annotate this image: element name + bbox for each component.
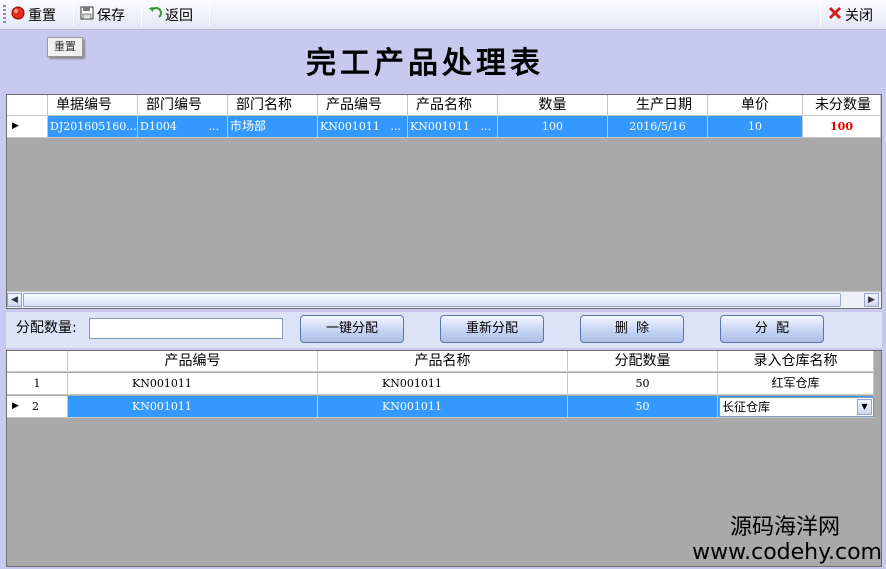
close-button[interactable]: 关闭 <box>828 4 873 26</box>
horizontal-scrollbar[interactable]: ◀ ▶ <box>7 291 881 308</box>
row-header: ▶ 2 <box>7 396 68 418</box>
toolbar-separator <box>820 4 821 26</box>
row-index: 1 <box>7 373 68 395</box>
dept-no-value: D1004 <box>140 120 177 133</box>
column-header[interactable]: 录入仓库名称 <box>718 351 874 372</box>
unassigned-cell[interactable]: 100 <box>803 116 881 138</box>
save-label: 保存 <box>97 8 125 24</box>
dept-no-ellipsis[interactable]: ... <box>209 116 220 137</box>
back-label: 返回 <box>165 8 193 24</box>
column-header[interactable]: 产品名称 <box>318 351 568 372</box>
scroll-right-icon[interactable]: ▶ <box>864 293 879 307</box>
column-header[interactable]: 部门编号 <box>138 95 228 116</box>
floppy-disk-icon <box>80 6 94 24</box>
product-name-cell[interactable]: KN001011 ... <box>408 116 498 138</box>
toolbar-separator <box>73 4 74 26</box>
warehouse-selected-value: 长征仓库 <box>722 400 771 414</box>
current-row-indicator-icon: ▶ <box>7 116 48 138</box>
column-header[interactable]: 单价 <box>708 95 803 116</box>
row-header-corner <box>7 351 68 372</box>
orders-grid[interactable]: 单据编号 部门编号 部门名称 产品编号 产品名称 数量 生产日期 单价 未分数量… <box>6 94 882 309</box>
warehouse-cell[interactable]: 红军仓库 <box>718 373 874 395</box>
page-title: 完工产品处理表 <box>306 46 544 81</box>
dept-no-cell[interactable]: D1004 ... <box>138 116 228 138</box>
back-button[interactable]: 返回 <box>148 4 193 26</box>
current-row-indicator-icon: ▶ <box>12 401 19 411</box>
product-no-cell[interactable]: KN001011 <box>68 396 318 418</box>
column-header[interactable]: 单据编号 <box>48 95 138 116</box>
save-button[interactable]: 保存 <box>80 4 125 26</box>
product-no-ellipsis[interactable]: ... <box>391 116 402 137</box>
distribution-qty-label: 分配数量: <box>16 320 77 336</box>
product-no-cell[interactable]: KN001011 <box>68 373 318 395</box>
watermark-url: www.codehy.com <box>692 540 882 565</box>
date-cell[interactable]: 2016/5/16 <box>608 116 708 138</box>
toolbar-separator <box>209 4 210 26</box>
table-row[interactable]: 1 KN001011 KN001011 50 红军仓库 <box>7 373 874 395</box>
column-header[interactable]: 产品编号 <box>318 95 408 116</box>
row-index: 2 <box>32 400 39 413</box>
red-dot-icon <box>11 6 25 24</box>
distribution-qty-input[interactable] <box>89 318 283 339</box>
reassign-button[interactable]: 重新分配 <box>440 315 544 343</box>
back-arrow-icon <box>148 6 162 24</box>
column-header[interactable]: 生产日期 <box>608 95 708 116</box>
reset-label: 重置 <box>28 8 56 24</box>
toolbar-separator <box>141 4 142 26</box>
qty-cell[interactable]: 50 <box>568 373 718 395</box>
table-row[interactable]: ▶ DJ201605160... D1004 ... 市场部 KN001011 … <box>7 116 881 138</box>
orders-grid-header: 单据编号 部门编号 部门名称 产品编号 产品名称 数量 生产日期 单价 未分数量 <box>7 95 881 116</box>
column-header[interactable]: 分配数量 <box>568 351 718 372</box>
product-name-cell[interactable]: KN001011 <box>318 373 568 395</box>
column-header[interactable]: 未分数量 <box>803 95 881 116</box>
column-header[interactable]: 部门名称 <box>228 95 318 116</box>
watermark: 源码海洋网 www.codehy.com <box>692 515 882 565</box>
allocation-grid-header: 产品编号 产品名称 分配数量 录入仓库名称 <box>7 351 874 372</box>
product-name-ellipsis[interactable]: ... <box>481 116 492 137</box>
delete-button[interactable]: 删 除 <box>580 315 684 343</box>
watermark-name: 源码海洋网 <box>729 515 840 540</box>
product-no-cell[interactable]: KN001011 ... <box>318 116 408 138</box>
scroll-left-icon[interactable]: ◀ <box>7 293 22 307</box>
warehouse-combobox[interactable]: 长征仓库 ▼ <box>719 397 874 417</box>
product-name-value: KN001011 <box>410 120 470 133</box>
row-header-corner <box>7 95 48 116</box>
one-click-assign-button[interactable]: 一键分配 <box>300 315 404 343</box>
price-cell[interactable]: 10 <box>708 116 803 138</box>
close-label: 关闭 <box>845 8 873 24</box>
column-header[interactable]: 数量 <box>498 95 608 116</box>
chevron-down-icon[interactable]: ▼ <box>857 399 872 415</box>
column-header[interactable]: 产品编号 <box>68 351 318 372</box>
column-header[interactable]: 产品名称 <box>408 95 498 116</box>
qty-cell[interactable]: 50 <box>568 396 718 418</box>
dept-name-cell[interactable]: 市场部 <box>228 116 318 138</box>
product-no-value: KN001011 <box>320 120 380 133</box>
reset-button[interactable]: 重置 <box>11 4 56 26</box>
close-icon <box>828 6 842 24</box>
quantity-cell[interactable]: 100 <box>498 116 608 138</box>
doc-no-cell[interactable]: DJ201605160... <box>48 116 138 138</box>
product-name-cell[interactable]: KN001011 <box>318 396 568 418</box>
assign-button[interactable]: 分 配 <box>720 315 824 343</box>
toolbar: 重置 保存 返回 关闭 <box>0 0 886 30</box>
toolbar-grip[interactable] <box>3 5 6 25</box>
scroll-thumb[interactable] <box>23 293 841 307</box>
